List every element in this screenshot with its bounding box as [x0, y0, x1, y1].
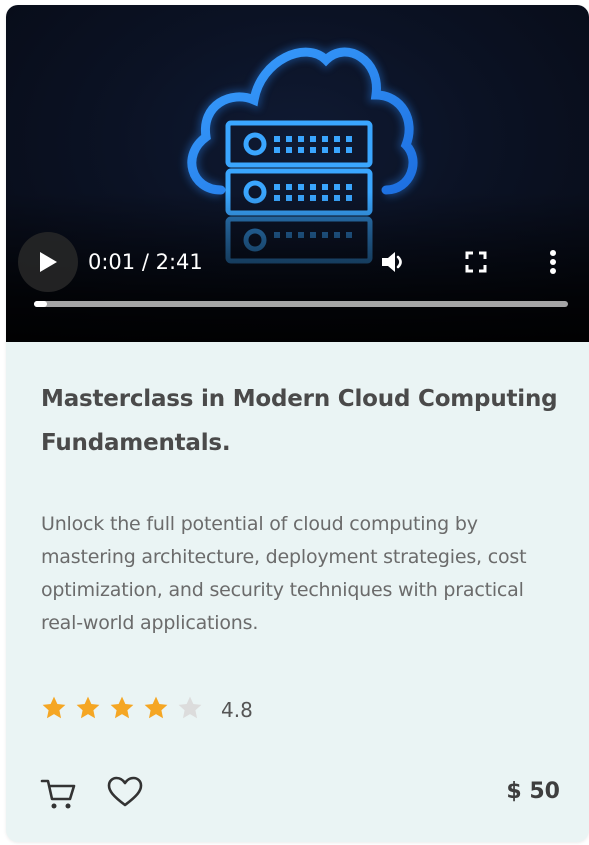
- play-button[interactable]: [18, 232, 78, 292]
- star-filled-icon: [76, 696, 100, 719]
- play-icon: [40, 252, 57, 272]
- more-options-button[interactable]: [543, 247, 563, 277]
- wishlist-button[interactable]: [107, 773, 143, 813]
- rating-stars: [41, 695, 211, 725]
- volume-button[interactable]: [378, 247, 408, 277]
- star-filled-icon: [144, 696, 168, 719]
- video-progress-fill: [34, 301, 48, 307]
- video-player[interactable]: 0:01 / 2:41: [6, 5, 589, 342]
- course-card: 0:01 / 2:41 Masterclass in Modern Cloud …: [6, 5, 589, 842]
- video-progress-bar[interactable]: [34, 301, 568, 307]
- rating-value: 4.8: [221, 698, 253, 722]
- course-rating: 4.8: [41, 693, 253, 727]
- more-vertical-icon: [550, 250, 556, 274]
- course-description: Unlock the full potential of cloud compu…: [41, 513, 527, 634]
- cart-icon: [40, 779, 76, 809]
- volume-icon: [382, 252, 402, 272]
- fullscreen-icon: [465, 251, 487, 273]
- add-to-cart-button[interactable]: [40, 773, 78, 813]
- course-title: Masterclass in Modern Cloud Computing Fu…: [41, 386, 558, 456]
- course-price: $ 50: [506, 779, 560, 804]
- star-filled-icon: [42, 696, 66, 719]
- heart-icon: [107, 776, 143, 807]
- fullscreen-button[interactable]: [461, 247, 491, 277]
- star-empty-icon: [178, 696, 202, 719]
- video-time-display: 0:01 / 2:41: [88, 250, 203, 274]
- star-filled-icon: [110, 696, 134, 719]
